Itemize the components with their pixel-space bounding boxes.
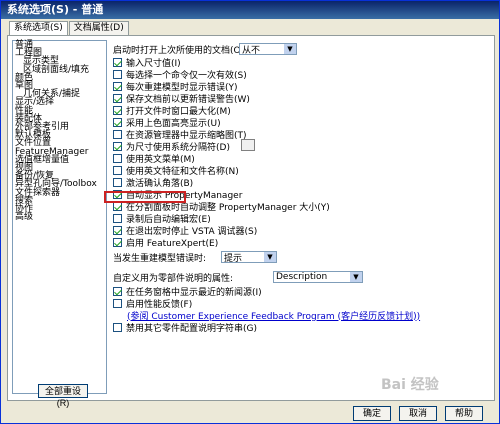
option-checkbox[interactable] <box>113 153 122 163</box>
option-checkbox[interactable] <box>113 105 122 115</box>
option-checkbox[interactable] <box>113 298 122 308</box>
option-checkbox[interactable] <box>113 57 122 67</box>
general-options-area: 启动时打开上次所使用的文档(O): 从不 ▼ 输入尺寸值(I) 每选择一个命令仅… <box>113 40 491 398</box>
cancel-button[interactable]: 取消 <box>399 406 437 421</box>
custom-prop-select[interactable]: Description ▼ <box>273 271 363 283</box>
option-row: 启用性能反馈(F) <box>113 298 192 310</box>
custom-prop-value: Description <box>276 272 328 282</box>
option-row: 录制后自动编辑宏(E) <box>113 213 211 225</box>
option-row: 在任务窗格中显示最近的新闻源(I) <box>113 286 262 298</box>
custom-prop-row: 自定义用为零部件说明的属性: <box>113 272 234 284</box>
option-checkbox[interactable] <box>113 213 122 223</box>
custom-prop-label: 自定义用为零部件说明的属性: <box>113 273 234 284</box>
option-row: 保存文档前以更新错误警告(W) <box>113 93 250 105</box>
rebuild-row: 当发生重建模型错误时: <box>113 252 207 264</box>
highlight-box <box>104 191 186 203</box>
option-checkbox[interactable] <box>113 117 122 127</box>
experience-link-row: (参阅 Customer Experience Feedback Program… <box>127 310 420 322</box>
tab-document-properties[interactable]: 文档属性(D) <box>68 21 129 35</box>
open-docs-row: 启动时打开上次所使用的文档(O): <box>113 44 248 56</box>
options-tree: 普通 工程图 显示类型 区域剖面线/填充 颜色 草图 几何关系/捕捉 显示/选择… <box>12 40 107 394</box>
option-row: 使用英文菜单(M) <box>113 153 195 165</box>
rebuild-value: 提示 <box>224 253 243 264</box>
system-options-window: 系统选项(S) - 普通 系统选项(S) 文档属性(D) 普通 工程图 显示类型… <box>0 0 500 424</box>
option-checkbox[interactable] <box>113 165 122 175</box>
options-panel: 普通 工程图 显示类型 区域剖面线/填充 颜色 草图 几何关系/捕捉 显示/选择… <box>7 35 495 408</box>
option-label: 禁用其它零件配置说明字符串(G) <box>126 323 257 334</box>
option-row: 禁用其它零件配置说明字符串(G) <box>113 322 257 334</box>
chevron-down-icon: ▼ <box>350 272 362 282</box>
help-button[interactable]: 帮助 <box>445 406 483 421</box>
ok-button[interactable]: 确定 <box>353 406 391 421</box>
option-checkbox[interactable] <box>113 237 122 247</box>
option-checkbox[interactable] <box>113 177 122 187</box>
option-checkbox[interactable] <box>113 93 122 103</box>
option-row: 在退出宏时停止 VSTA 调试器(S) <box>113 225 257 237</box>
option-checkbox[interactable] <box>113 141 122 151</box>
option-row: 在资源管理器中显示缩略图(T) <box>113 129 247 141</box>
reset-all-button[interactable]: 全部重设(R) <box>38 384 88 408</box>
chevron-down-icon: ▼ <box>264 252 276 262</box>
option-checkbox[interactable] <box>113 286 122 296</box>
option-row: 输入尺寸值(I) <box>113 57 181 69</box>
option-row: 为尺寸使用系统分隔符(D) <box>113 141 230 153</box>
open-docs-value: 从不 <box>242 45 261 56</box>
option-row: 启用 FeatureXpert(E) <box>113 237 219 249</box>
separator-color-swatch[interactable] <box>241 139 255 151</box>
watermark: Bai 经验 <box>381 377 439 393</box>
open-docs-select[interactable]: 从不 ▼ <box>239 43 297 56</box>
tab-strip: 系统选项(S) 文档属性(D) <box>9 21 130 36</box>
tab-system-options[interactable]: 系统选项(S) <box>9 21 68 36</box>
title-bar: 系统选项(S) - 普通 <box>1 1 499 19</box>
rebuild-label: 当发生重建模型错误时: <box>113 253 207 264</box>
rebuild-select[interactable]: 提示 ▼ <box>221 251 277 264</box>
option-checkbox[interactable] <box>113 69 122 79</box>
option-row: 每选择一个命令仅一次有效(S) <box>113 69 247 81</box>
option-row: 打开文件时窗口最大化(M) <box>113 105 231 117</box>
chevron-down-icon: ▼ <box>284 44 296 54</box>
open-docs-label: 启动时打开上次所使用的文档(O): <box>113 45 248 56</box>
option-checkbox[interactable] <box>113 322 122 332</box>
option-row: 采用上色面高亮显示(U) <box>113 117 221 129</box>
option-row: 每次重建模型时显示错误(Y) <box>113 81 238 93</box>
option-label: 启用 FeatureXpert(E) <box>126 238 219 249</box>
option-checkbox[interactable] <box>113 225 122 235</box>
option-checkbox[interactable] <box>113 129 122 139</box>
tree-item-advanced[interactable]: 高级 <box>13 213 106 222</box>
option-row: 使用英文特征和文件名称(N) <box>113 165 239 177</box>
option-row: 激活确认角落(B) <box>113 177 193 189</box>
option-checkbox[interactable] <box>113 81 122 91</box>
